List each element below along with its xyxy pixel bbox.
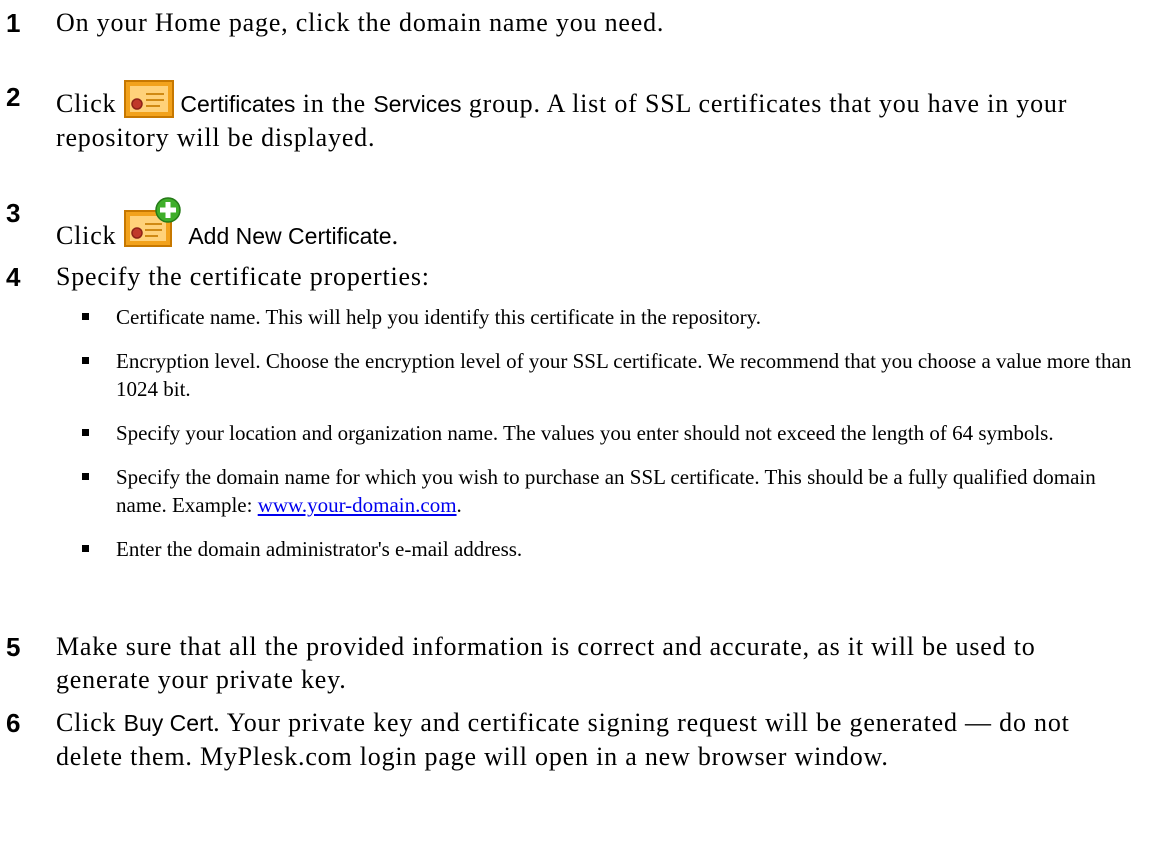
step-2: 2 Click Certificates in the Services gro… xyxy=(6,80,1136,154)
step-number: 2 xyxy=(6,82,21,112)
certificates-label[interactable]: Certificates xyxy=(180,91,295,117)
click-word: Click xyxy=(56,221,117,250)
step-text: Click Add New Certificate. xyxy=(56,196,1136,253)
step-6: 6 Click Buy Cert. Your private key and c… xyxy=(6,706,1136,773)
buy-cert-label[interactable]: Buy Cert xyxy=(124,710,213,736)
click-word: Click xyxy=(56,89,117,118)
bullet-icon xyxy=(82,429,89,436)
step-text: On your Home page, click the domain name… xyxy=(56,8,665,37)
step-number: 5 xyxy=(6,632,21,662)
step-text: Specify the certificate properties: xyxy=(56,262,430,291)
example-domain-link[interactable]: www.your-domain.com xyxy=(258,493,457,517)
list-item-text: Specify your location and organization n… xyxy=(116,421,1054,445)
list-item: Certificate name. This will help you ide… xyxy=(82,303,1132,331)
certificate-properties-list: Certificate name. This will help you ide… xyxy=(82,303,1132,579)
services-label: Services xyxy=(373,91,462,117)
step-text: Make sure that all the provided informat… xyxy=(56,632,1036,694)
list-item-text: Encryption level. Choose the encryption … xyxy=(116,349,1132,401)
bullet-icon xyxy=(82,357,89,364)
list-item: Specify your location and organization n… xyxy=(82,419,1132,447)
step-number: 6 xyxy=(6,708,21,738)
step-5: 5 Make sure that all the provided inform… xyxy=(6,630,1136,696)
step-text: Click Buy Cert. Your private key and cer… xyxy=(56,706,1136,773)
period: . xyxy=(456,493,462,517)
step-1: 1 On your Home page, click the domain na… xyxy=(6,6,1136,39)
add-new-certificate-label[interactable]: Add New Certificate xyxy=(188,223,391,249)
list-item-text: Enter the domain administrator's e-mail … xyxy=(116,537,523,561)
step-3: 3 Click Add New Certificate. xyxy=(6,196,1136,253)
step-text: Click Certificates in the Services group… xyxy=(56,80,1136,154)
add-certificate-icon xyxy=(124,196,182,248)
step-number: 3 xyxy=(6,198,21,228)
bullet-icon xyxy=(82,313,89,320)
bullet-icon xyxy=(82,545,89,552)
certificate-icon xyxy=(124,80,175,118)
list-item: Enter the domain administrator's e-mail … xyxy=(82,535,1132,563)
in-the-text: in the xyxy=(302,89,366,118)
step-number: 1 xyxy=(6,8,21,38)
click-word: Click xyxy=(56,708,117,737)
list-item: Specify the domain name for which you wi… xyxy=(82,463,1132,519)
period: . xyxy=(391,221,399,250)
bullet-icon xyxy=(82,473,89,480)
list-item-text: Certificate name. This will help you ide… xyxy=(116,305,761,329)
list-item: Encryption level. Choose the encryption … xyxy=(82,347,1132,403)
step-number: 4 xyxy=(6,262,21,292)
step-4: 4 Specify the certificate properties: xyxy=(6,260,1136,293)
